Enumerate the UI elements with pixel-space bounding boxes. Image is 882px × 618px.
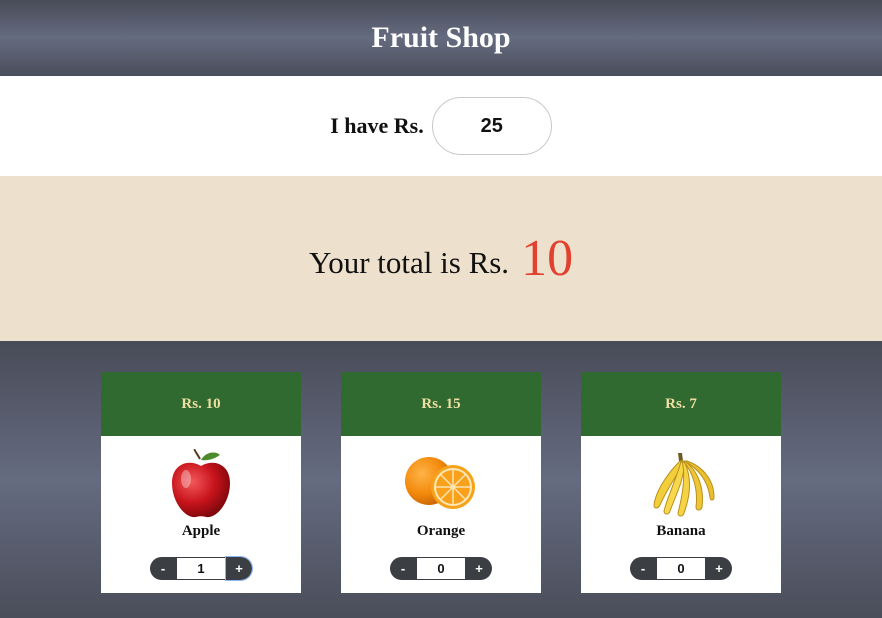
quantity-input[interactable] (656, 557, 706, 580)
decrement-button[interactable]: - (150, 557, 176, 580)
decrement-button[interactable]: - (390, 557, 416, 580)
product-list: Rs. 10 Apple - + Rs. 15 (0, 341, 882, 618)
app-header: Fruit Shop (0, 0, 882, 76)
price-badge: Rs. 10 (101, 372, 301, 436)
orange-icon (405, 457, 475, 509)
price-label: Rs. 15 (421, 395, 461, 412)
price-badge: Rs. 7 (581, 372, 781, 436)
product-card-apple: Rs. 10 Apple - + (101, 372, 301, 593)
increment-button[interactable]: + (706, 557, 732, 580)
budget-input[interactable] (431, 97, 552, 155)
price-label: Rs. 10 (181, 395, 221, 412)
product-card-orange: Rs. 15 Orange - 0 + (341, 372, 541, 593)
budget-label: I have Rs. (330, 113, 424, 138)
quantity-stepper: - + (390, 557, 492, 580)
product-name: Banana (656, 523, 706, 539)
quantity-input[interactable] (176, 557, 226, 580)
product-name: Orange (416, 523, 466, 539)
decrement-button[interactable]: - (630, 557, 656, 580)
product-card-banana: Rs. 7 Banana - + (581, 372, 781, 593)
quantity-input[interactable] (416, 557, 466, 580)
product-name: Apple (181, 523, 221, 539)
page-title: Fruit Shop (371, 21, 511, 54)
total-label: Your total is Rs. (308, 244, 510, 280)
banana-icon (653, 453, 715, 517)
price-badge: Rs. 15 (341, 372, 541, 436)
budget-section: I have Rs. (0, 76, 882, 176)
increment-button[interactable]: + (466, 557, 492, 580)
increment-button[interactable]: + (225, 556, 253, 581)
apple-icon (172, 449, 230, 518)
price-label: Rs. 7 (665, 395, 697, 412)
total-section: Your total is Rs. 10 (0, 176, 882, 341)
quantity-stepper: - + (630, 557, 732, 580)
quantity-stepper: - + (150, 556, 253, 581)
total-amount: 10 (521, 230, 574, 287)
